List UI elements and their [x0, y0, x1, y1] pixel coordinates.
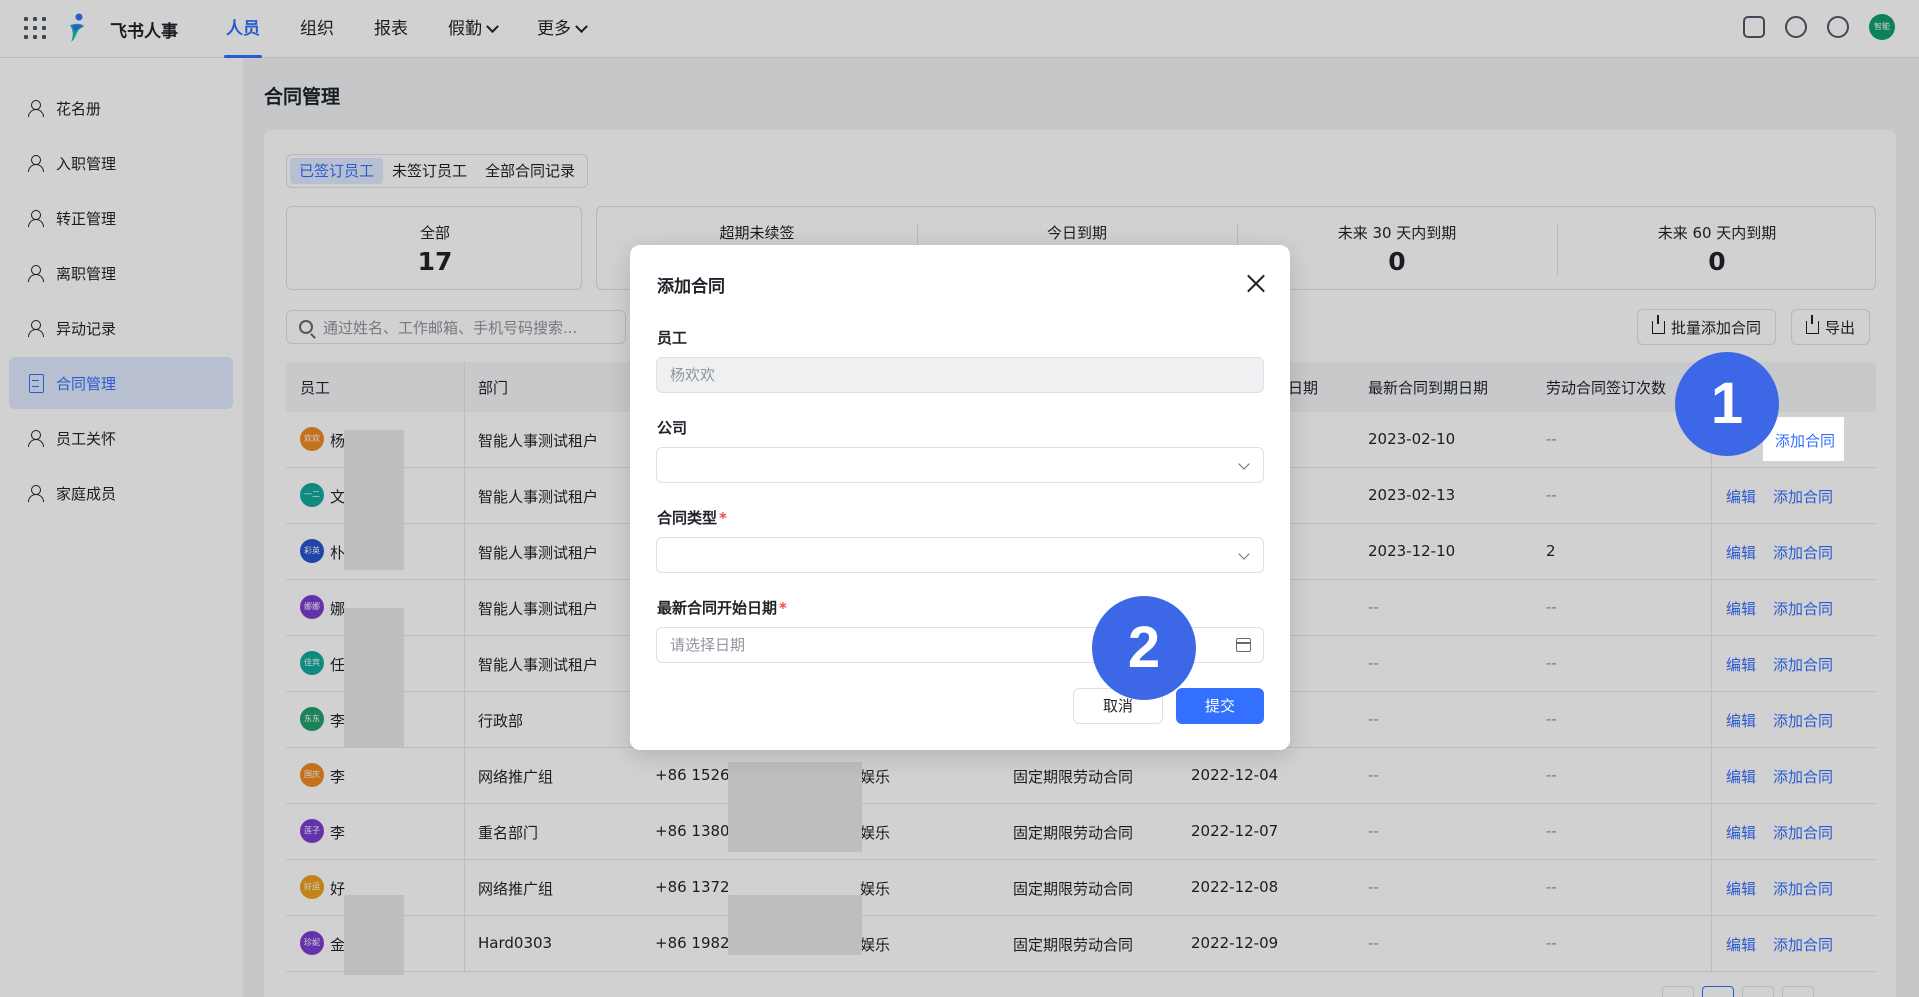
contract-type-label-text: 合同类型	[657, 509, 718, 527]
contract-type-select[interactable]	[656, 537, 1264, 573]
submit-button[interactable]: 提交	[1176, 688, 1264, 724]
add-contract-link-label: 添加合同	[1775, 432, 1836, 450]
step-badge-1: 1	[1675, 352, 1779, 456]
calendar-icon	[1236, 638, 1251, 652]
start-date-placeholder: 请选择日期	[670, 636, 746, 654]
employee-field: 杨欢欢	[656, 357, 1264, 393]
start-date-label-text: 最新合同开始日期	[657, 599, 778, 617]
chevron-down-icon	[1238, 458, 1250, 470]
close-icon[interactable]	[1246, 273, 1266, 293]
required-mark: *	[719, 509, 727, 527]
company-label: 公司	[657, 419, 688, 437]
required-mark: *	[779, 599, 787, 617]
chevron-down-icon	[1238, 548, 1250, 560]
start-date-label: 最新合同开始日期 *	[657, 597, 787, 618]
employee-label: 员工	[657, 329, 688, 347]
dialog-title: 添加合同	[657, 277, 725, 297]
contract-type-label: 合同类型 *	[657, 507, 727, 528]
company-select[interactable]	[656, 447, 1264, 483]
step-badge-2: 2	[1092, 596, 1196, 700]
